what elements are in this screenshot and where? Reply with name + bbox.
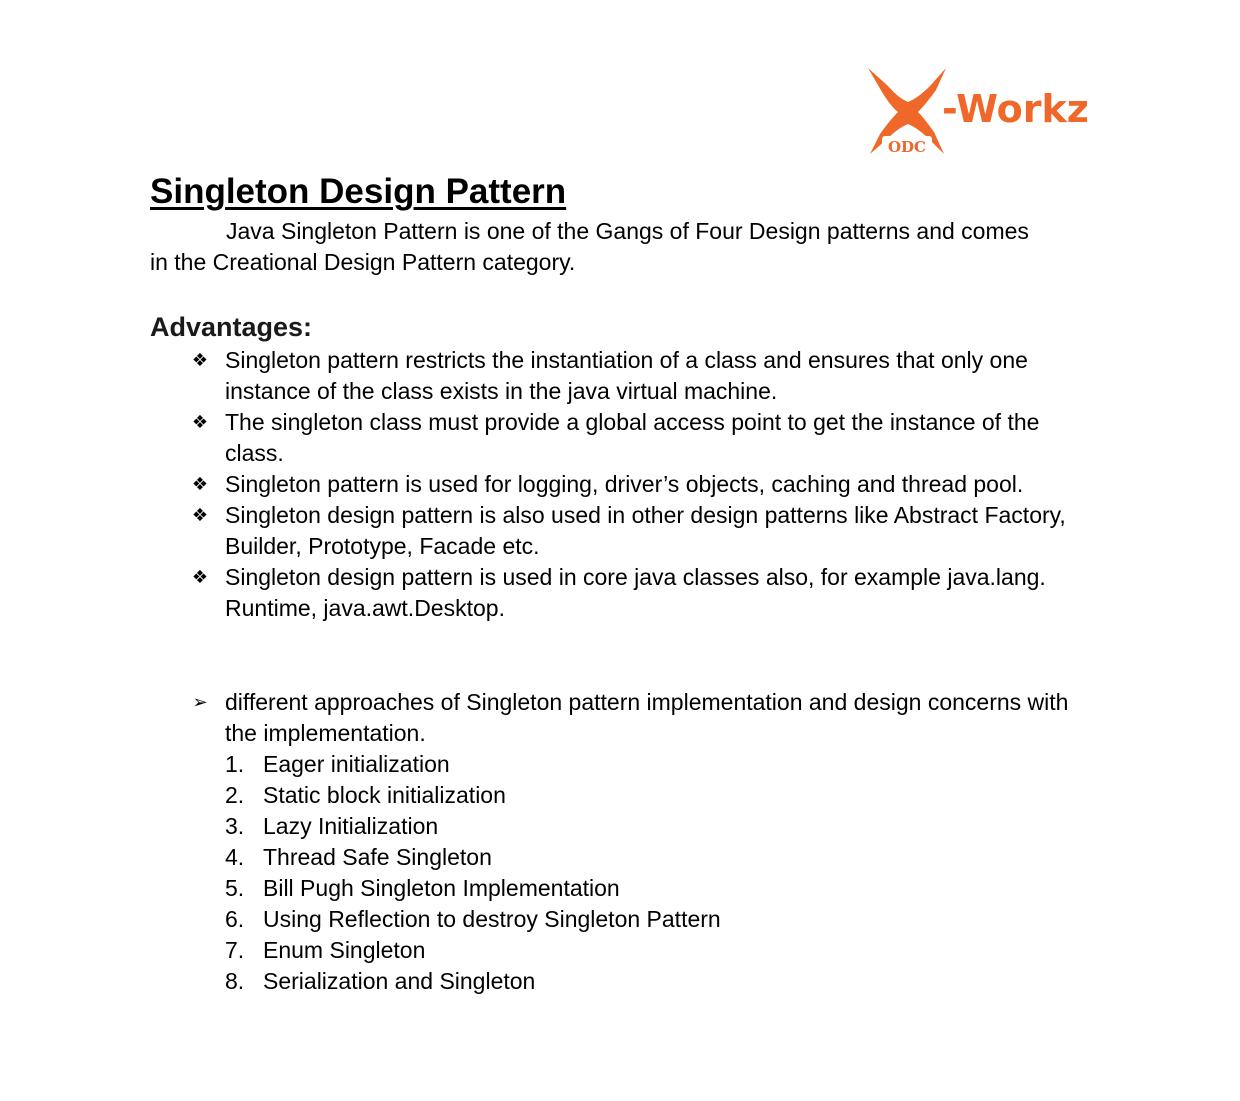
logo-badge-text: ODC [888,138,926,156]
numbered-item: 1. Eager initialization [225,749,721,780]
diamond-bullet-icon: ❖ [191,567,209,588]
item-label: Eager initialization [263,751,450,777]
item-number: 5. [225,875,245,901]
diamond-bullet-icon: ❖ [191,474,209,495]
item-label: Enum Singleton [263,937,426,963]
intro-text: Java Singleton Pattern is one of the Gan… [150,218,1029,275]
list-item: ❖ Singleton pattern is used for logging,… [150,469,1090,500]
diamond-bullet-icon: ❖ [191,412,209,433]
item-label: Static block initialization [263,782,506,808]
diamond-bullet-icon: ❖ [191,350,209,371]
numbered-item: 2. Static block initialization [225,780,721,811]
list-item-text: Singleton pattern is used for logging, d… [225,471,1024,497]
item-number: 8. [225,968,245,994]
numbered-item: 3. Lazy Initialization [225,811,721,842]
approaches-text: different approaches of Singleton patter… [225,689,1069,746]
list-item-text: Singleton design pattern is also used in… [225,502,1066,559]
item-label: Bill Pugh Singleton Implementation [263,875,620,901]
list-item: ❖ Singleton design pattern is used in co… [150,562,1090,624]
approaches-paragraph: ➢ different approaches of Singleton patt… [150,687,1085,749]
item-number: 1. [225,751,245,777]
approaches-list: 1. Eager initialization 2. Static block in… [225,749,721,997]
numbered-item: 6. Using Reflection to destroy Singleton … [225,904,721,935]
item-label: Using Reflection to destroy Singleton Pa… [263,906,721,932]
item-number: 7. [225,937,245,963]
list-item-text: The singleton class must provide a globa… [225,409,1040,466]
list-item: ❖ Singleton pattern restricts the instan… [150,345,1090,407]
numbered-item: 8. Serialization and Singleton [225,966,721,997]
x-workz-logo: ODC -Workz [862,62,1092,162]
advantages-heading: Advantages: [150,312,313,342]
item-number: 2. [225,782,245,808]
intro-paragraph: Java Singleton Pattern is one of the Gan… [150,216,1050,278]
item-number: 3. [225,813,245,839]
numbered-item: 5. Bill Pugh Singleton Implementation [225,873,721,904]
item-number: 4. [225,844,245,870]
logo-wordmark: -Workz [942,87,1089,131]
numbered-item: 4. Thread Safe Singleton [225,842,721,873]
list-item: ❖ Singleton design pattern is also used … [150,500,1090,562]
document-page: ODC -Workz Singleton Design Pattern Java… [0,0,1240,1101]
list-item-text: Singleton design pattern is used in core… [225,564,1046,621]
diamond-bullet-icon: ❖ [191,505,209,526]
arrow-bullet-icon: ➢ [192,692,208,713]
list-item: ❖ The singleton class must provide a glo… [150,407,1090,469]
list-item-text: Singleton pattern restricts the instanti… [225,347,1028,404]
page-title: Singleton Design Pattern [150,172,567,211]
advantages-list: ❖ Singleton pattern restricts the instan… [150,345,1090,624]
item-label: Serialization and Singleton [263,968,536,994]
item-label: Lazy Initialization [263,813,439,839]
numbered-item: 7. Enum Singleton [225,935,721,966]
item-label: Thread Safe Singleton [263,844,492,870]
item-number: 6. [225,906,245,932]
